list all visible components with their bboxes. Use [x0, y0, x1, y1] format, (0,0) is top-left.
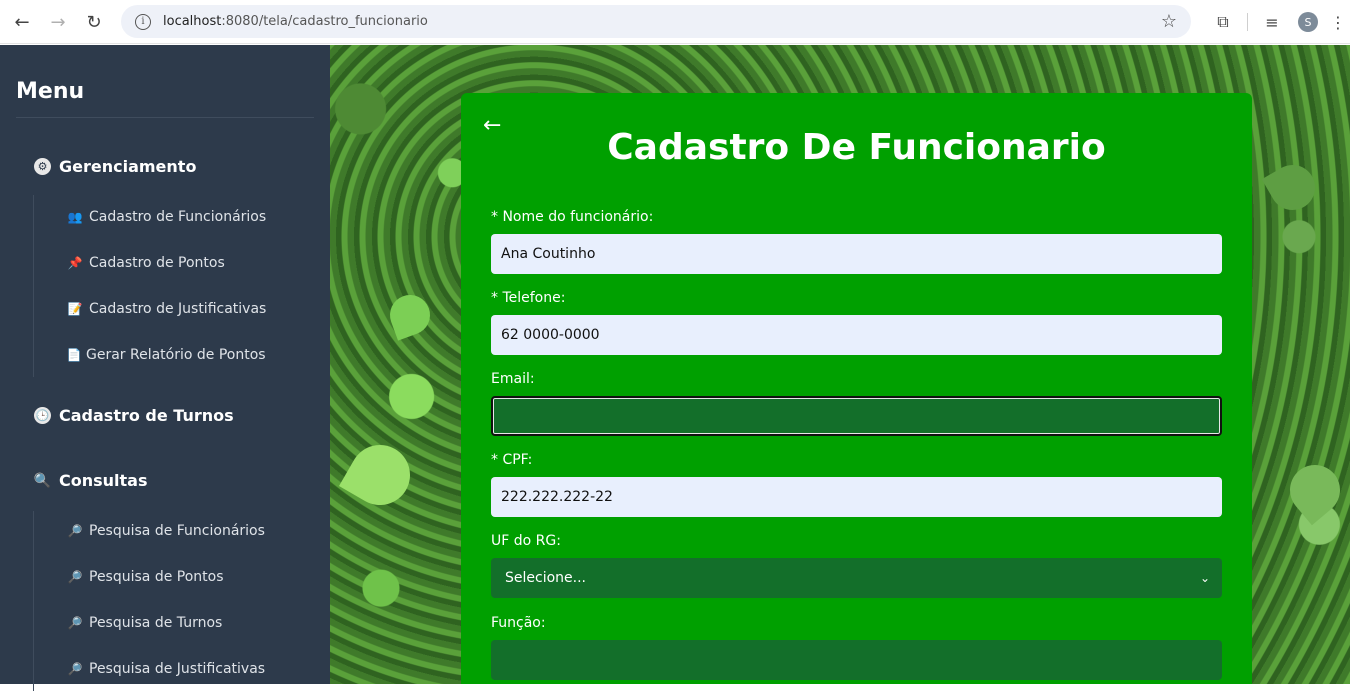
sidebar-item-pesquisa-turnos[interactable]: 🔎 Pesquisa de Turnos — [67, 615, 223, 631]
sidebar-item-label: Pesquisa de Funcionários — [89, 523, 265, 539]
sidebar-item-label: Gerar Relatório de Pontos — [86, 347, 266, 363]
cpf-input[interactable]: 222.222.222-22 — [491, 477, 1222, 517]
forward-icon[interactable]: → — [40, 4, 76, 40]
sidebar: Menu ⚙ Gerenciamento 👥 Cadastro de Funci… — [0, 45, 330, 691]
extensions-icon[interactable]: ⧉ — [1205, 12, 1241, 32]
background-leaf — [1279, 454, 1350, 526]
toolbar-separator — [1247, 13, 1248, 31]
email-input[interactable] — [491, 396, 1222, 436]
sidebar-item-label: Pesquisa de Pontos — [89, 569, 224, 585]
cpf-label: * CPF: — [491, 452, 533, 468]
sidebar-item-pesquisa-justificativas[interactable]: 🔎 Pesquisa de Justificativas — [67, 661, 266, 677]
nome-input[interactable]: Ana Coutinho — [491, 234, 1222, 274]
magnifier-icon: 🔎 — [67, 570, 83, 584]
sidebar-item-label: Pesquisa de Turnos — [89, 615, 223, 631]
telefone-label: * Telefone: — [491, 290, 566, 306]
magnifier-icon: 🔎 — [67, 662, 83, 676]
section-label: Consultas — [59, 471, 148, 490]
pushpin-icon: 📌 — [67, 256, 83, 270]
address-bar[interactable]: i localhost:8080/tela/cadastro_funcionar… — [121, 5, 1191, 38]
sidebar-item-pesquisa-pontos[interactable]: 🔎 Pesquisa de Pontos — [67, 569, 224, 585]
media-controls-icon[interactable]: ≡ — [1254, 13, 1290, 32]
sidebar-item-label: Cadastro de Funcionários — [89, 209, 267, 225]
sidebar-item-label: Cadastro de Pontos — [89, 255, 225, 271]
sidebar-item-cadastro-justificativas[interactable]: 📝 Cadastro de Justificativas — [67, 301, 267, 317]
background-leaf — [384, 289, 436, 341]
profile-avatar[interactable]: S — [1298, 12, 1318, 32]
memo-icon: 📝 — [67, 302, 83, 316]
browser-toolbar: ← → ↻ i localhost:8080/tela/cadastro_fun… — [0, 0, 1350, 44]
sidebar-section-gerenciamento[interactable]: ⚙ Gerenciamento — [34, 157, 196, 176]
site-info-icon[interactable]: i — [135, 13, 151, 30]
menu-title: Menu — [16, 79, 85, 104]
funcao-input[interactable] — [491, 640, 1222, 680]
sidebar-item-cadastro-pontos[interactable]: 📌 Cadastro de Pontos — [67, 255, 225, 271]
funcao-label: Função: — [491, 615, 546, 631]
clock-icon: 🕒 — [34, 407, 51, 424]
nome-label: * Nome do funcionário: — [491, 209, 654, 225]
telefone-input[interactable]: 62 0000-0000 — [491, 315, 1222, 355]
section-label: Cadastro de Turnos — [59, 406, 234, 425]
email-label: Email: — [491, 371, 535, 387]
section-label: Gerenciamento — [59, 157, 197, 176]
employee-form-card: ← Cadastro De Funcionario * Nome do func… — [461, 93, 1252, 684]
submenu-gerenciamento — [33, 195, 34, 377]
page-title: Cadastro De Funcionario — [607, 127, 1106, 168]
background-image-clover: ← Cadastro De Funcionario * Nome do func… — [330, 45, 1350, 684]
menu-divider — [16, 117, 314, 118]
sidebar-item-label: Pesquisa de Justificativas — [89, 661, 266, 677]
document-icon: 📄 — [66, 348, 82, 362]
sidebar-item-gerar-relatorio[interactable]: 📄 Gerar Relatório de Pontos — [67, 347, 266, 363]
search-icon: 🔍 — [33, 472, 52, 489]
back-icon[interactable]: ← — [4, 4, 40, 40]
browser-menu-icon[interactable]: ⋮ — [1326, 13, 1350, 32]
sidebar-item-pesquisa-funcionarios[interactable]: 🔎 Pesquisa de Funcionários — [67, 523, 265, 539]
url-host: localhost — [163, 14, 222, 29]
users-icon: 👥 — [67, 210, 83, 224]
sidebar-item-label: Cadastro de Justificativas — [89, 301, 267, 317]
bookmark-star-icon[interactable]: ☆ — [1161, 11, 1177, 32]
uf-rg-label: UF do RG: — [491, 533, 561, 549]
url-path: :8080/tela/cadastro_funcionario — [221, 14, 428, 29]
submenu-consultas — [33, 511, 34, 691]
sidebar-section-consultas[interactable]: 🔍 Consultas — [34, 471, 148, 490]
background-leaf — [339, 434, 421, 516]
uf-rg-selected-value: Selecione... — [505, 570, 586, 586]
sidebar-item-cadastro-funcionarios[interactable]: 👥 Cadastro de Funcionários — [67, 209, 267, 225]
gear-icon: ⚙ — [34, 158, 51, 175]
uf-rg-select[interactable]: Selecione... ⌄ — [491, 558, 1222, 598]
reload-icon[interactable]: ↻ — [76, 4, 112, 40]
background-leaf — [1261, 156, 1324, 219]
chevron-down-icon: ⌄ — [1199, 571, 1210, 585]
magnifier-icon: 🔎 — [67, 616, 83, 630]
magnifier-icon: 🔎 — [67, 524, 83, 538]
sidebar-section-cadastro-turnos[interactable]: 🕒 Cadastro de Turnos — [34, 406, 234, 425]
